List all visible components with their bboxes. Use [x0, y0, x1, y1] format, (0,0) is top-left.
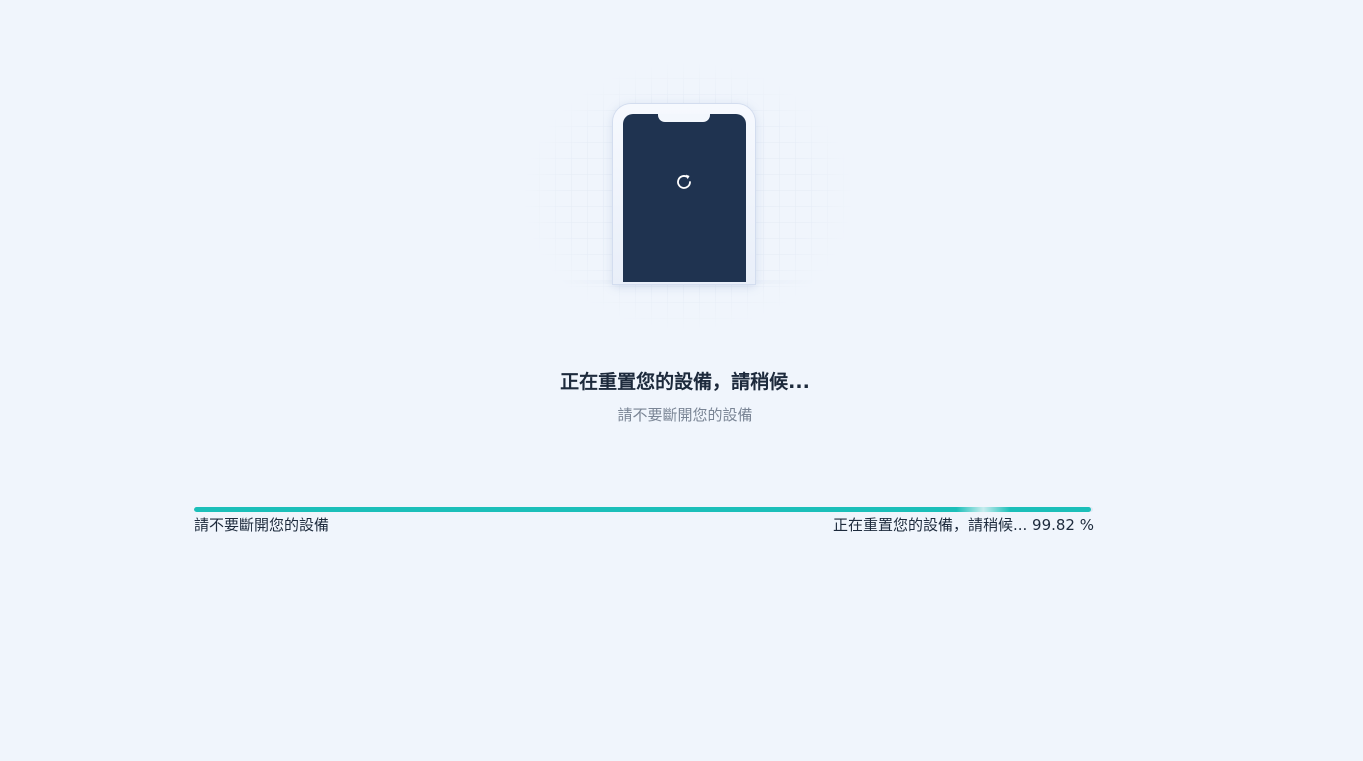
- phone-notch: [658, 114, 710, 122]
- status-subtitle: 請不要斷開您的設備: [617, 406, 753, 424]
- progress-right-label: 正在重置您的設備，請稍候... 99.82 %: [833, 514, 1094, 535]
- progress-fill: [194, 507, 1092, 512]
- phone-screen: [623, 114, 746, 282]
- reset-progress-page: 正在重置您的設備，請稍候... 請不要斷開您的設備 請不要斷開您的設備 正在重置…: [0, 0, 1363, 761]
- phone-illustration: [523, 62, 853, 330]
- progress-bar: [194, 507, 1093, 512]
- refresh-icon: [677, 174, 691, 189]
- progress-status-text: 正在重置您的設備，請稍候...: [832, 516, 1028, 534]
- phone-frame: [613, 104, 755, 284]
- progress-percent: 99.82 %: [1032, 516, 1094, 534]
- status-title: 正在重置您的設備，請稍候...: [560, 371, 810, 393]
- progress-left-label: 請不要斷開您的設備: [194, 516, 330, 534]
